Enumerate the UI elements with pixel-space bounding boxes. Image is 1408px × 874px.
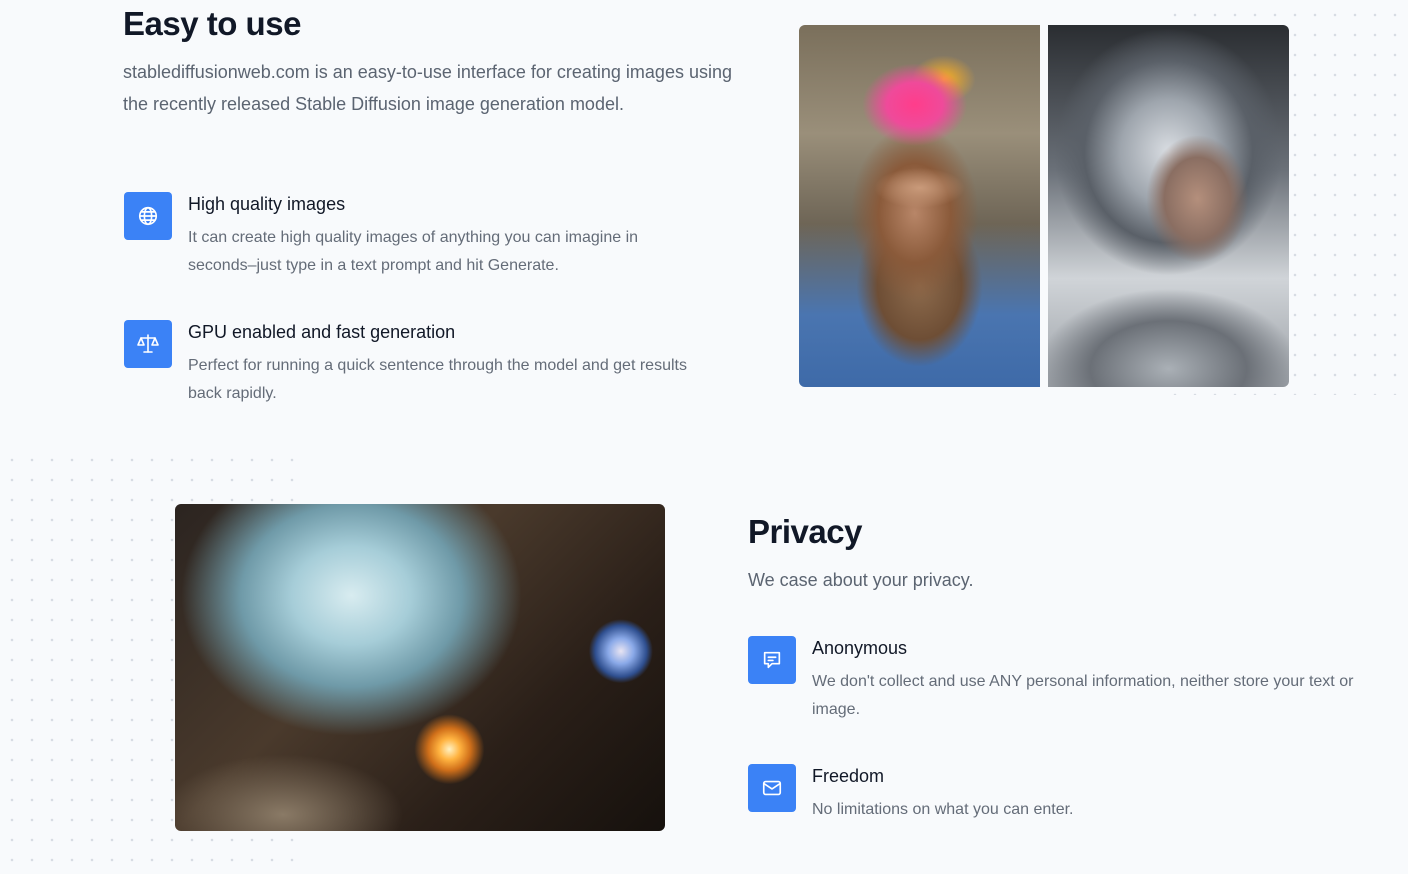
feature-title: GPU enabled and fast generation — [188, 322, 456, 342]
scale-icon — [124, 320, 172, 368]
globe-icon — [124, 192, 172, 240]
feature-description: We don't collect and use ANY personal in… — [812, 673, 1354, 718]
feature-title: High quality images — [188, 194, 346, 214]
chat-icon — [748, 636, 796, 684]
mail-icon — [748, 764, 796, 812]
section-lead: stablediffusionweb.com is an easy-to-use… — [123, 62, 732, 114]
section-lead: We case about your privacy. — [748, 570, 974, 590]
section-title: Privacy — [748, 513, 862, 550]
feature-description: Perfect for running a quick sentence thr… — [188, 357, 687, 402]
sample-image-fantasy-scene — [175, 504, 665, 831]
feature-description: It can create high quality images of any… — [188, 229, 639, 274]
feature-title: Anonymous — [812, 638, 908, 658]
feature-title: Freedom — [812, 766, 885, 786]
feature-description: No limitations on what you can enter. — [812, 801, 1074, 818]
sample-image-elderly-man-turban — [799, 25, 1040, 387]
section-title: Easy to use — [123, 5, 301, 42]
sample-image-knight-helmet — [1048, 25, 1289, 387]
